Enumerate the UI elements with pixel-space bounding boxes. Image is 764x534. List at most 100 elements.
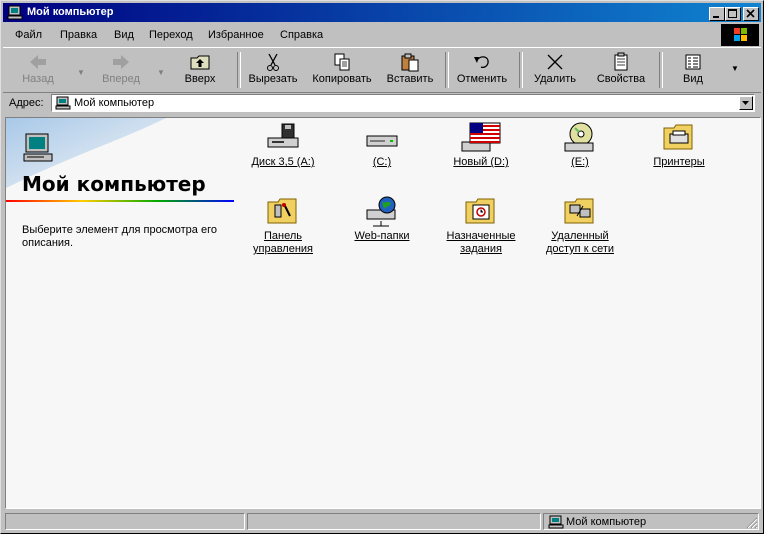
panel-title: Мой компьютер (22, 172, 206, 196)
status-pane-location: Мой компьютер (543, 513, 759, 530)
item-drive-d[interactable]: Новый (D:) (435, 122, 527, 169)
menu-edit[interactable]: Правка (60, 29, 97, 41)
properties-button[interactable]: Свойства (589, 50, 653, 90)
forward-label: Вперед (102, 73, 140, 85)
item-label: (C:) (372, 156, 392, 168)
copy-icon (334, 53, 350, 71)
undo-label: Отменить (456, 73, 508, 85)
back-label: Назад (22, 73, 54, 85)
status-location: Мой компьютер (566, 516, 647, 528)
properties-label: Свойства (596, 73, 646, 85)
undo-button[interactable]: Отменить (451, 50, 513, 90)
item-web-folders[interactable]: Web-папки (336, 196, 428, 243)
flag-drive-icon (461, 122, 501, 152)
delete-label: Удалить (534, 73, 576, 85)
scissors-icon (267, 53, 279, 71)
item-drive-c[interactable]: (C:) (336, 122, 428, 169)
item-floppy-a[interactable]: Диск 3,5 (A:) (237, 122, 329, 169)
folder-view: Мой компьютер Выберите элемент для просм… (5, 117, 761, 509)
properties-icon (614, 52, 628, 71)
paste-icon (401, 53, 419, 72)
item-label: Новый (D:) (453, 156, 509, 168)
forward-button[interactable]: Вперед (95, 50, 147, 90)
maximize-icon (728, 9, 737, 18)
forward-dropdown-icon[interactable]: ▼ (157, 68, 165, 77)
item-printers[interactable]: Принтеры (633, 122, 725, 169)
item-label: Диск 3,5 (A:) (251, 156, 315, 168)
view-button[interactable]: Вид (671, 50, 715, 90)
paste-button[interactable]: Вставить (381, 50, 439, 90)
floppy-drive-icon (267, 123, 299, 148)
item-label: Удаленный доступ к сети (545, 230, 614, 255)
cd-drive-icon (564, 122, 594, 152)
item-scheduled-tasks[interactable]: Назначенные задания (435, 196, 527, 256)
menu-view[interactable]: Вид (114, 29, 134, 41)
item-label: (E:) (571, 156, 589, 168)
paste-label: Вставить (386, 73, 434, 85)
cut-button[interactable]: Вырезать (243, 50, 303, 90)
up-button[interactable]: Вверх (177, 50, 223, 90)
status-pane-middle (247, 513, 541, 530)
panel-description: Выберите элемент для просмотра его описа… (22, 224, 217, 249)
back-arrow-icon (30, 55, 46, 69)
address-dropdown-button[interactable] (739, 96, 753, 110)
item-label: Web-папки (354, 230, 410, 242)
my-computer-icon (548, 515, 564, 529)
web-view-panel: Мой компьютер Выберите элемент для просм… (6, 118, 236, 508)
toolbar-separator (659, 52, 663, 88)
dialup-networking-folder-icon (564, 198, 594, 224)
views-icon (685, 54, 701, 70)
windows-logo-icon (721, 24, 759, 46)
resize-grip-icon[interactable] (746, 517, 758, 529)
toolbar-separator (445, 52, 449, 88)
view-dropdown-icon[interactable]: ▼ (731, 64, 739, 73)
printers-folder-icon (663, 124, 693, 150)
undo-icon (474, 56, 489, 69)
menu-help[interactable]: Справка (280, 29, 323, 41)
copy-label: Копировать (312, 73, 372, 85)
my-computer-icon (55, 96, 71, 110)
back-button[interactable]: Назад (13, 50, 63, 90)
address-field[interactable]: Мой компьютер (51, 94, 755, 112)
forward-arrow-icon (113, 55, 129, 69)
explorer-window: Мой компьютер Файл Правка Вид Переход Из… (0, 0, 764, 534)
address-label: Адрес: (9, 97, 44, 109)
copy-button[interactable]: Копировать (307, 50, 377, 90)
chevron-down-icon (742, 101, 749, 105)
maximize-button[interactable] (725, 7, 741, 21)
address-value: Мой компьютер (74, 97, 155, 109)
close-icon (746, 9, 755, 18)
view-label: Вид (683, 73, 703, 85)
menu-favorites[interactable]: Избранное (208, 29, 264, 41)
toolbar-separator (237, 52, 241, 88)
minimize-icon (713, 16, 719, 18)
item-label: Принтеры (653, 156, 705, 168)
close-button[interactable] (743, 7, 759, 21)
item-control-panel[interactable]: Панель управления (237, 196, 329, 256)
delete-x-icon (547, 54, 563, 70)
my-computer-icon (7, 5, 23, 20)
hard-drive-icon (366, 135, 398, 147)
menu-bar: Файл Правка Вид Переход Избранное Справк… (3, 25, 719, 45)
toolbar-separator (519, 52, 523, 88)
scheduled-tasks-folder-icon (465, 198, 495, 224)
window-title: Мой компьютер (27, 6, 114, 18)
control-panel-folder-icon (267, 198, 297, 224)
address-bar: Адрес: Мой компьютер (3, 93, 761, 113)
menu-go[interactable]: Переход (149, 29, 193, 41)
up-label: Вверх (184, 73, 216, 85)
item-label: Панель управления (253, 230, 313, 255)
item-drive-e[interactable]: (E:) (534, 122, 626, 169)
standard-toolbar: Назад ▼ Вперед ▼ Вверх Вырезать Копирова… (3, 47, 761, 93)
minimize-button[interactable] (709, 7, 725, 21)
item-dialup-networking[interactable]: Удаленный доступ к сети (534, 196, 626, 256)
status-bar: Мой компьютер (3, 513, 761, 531)
title-bar[interactable]: Мой компьютер (3, 3, 761, 22)
back-dropdown-icon[interactable]: ▼ (77, 68, 85, 77)
panel-title-underline (6, 200, 234, 202)
delete-button[interactable]: Удалить (527, 50, 583, 90)
status-pane-left (5, 513, 245, 530)
cut-label: Вырезать (248, 73, 298, 85)
menu-file[interactable]: Файл (15, 29, 42, 41)
web-folders-icon (366, 196, 396, 227)
